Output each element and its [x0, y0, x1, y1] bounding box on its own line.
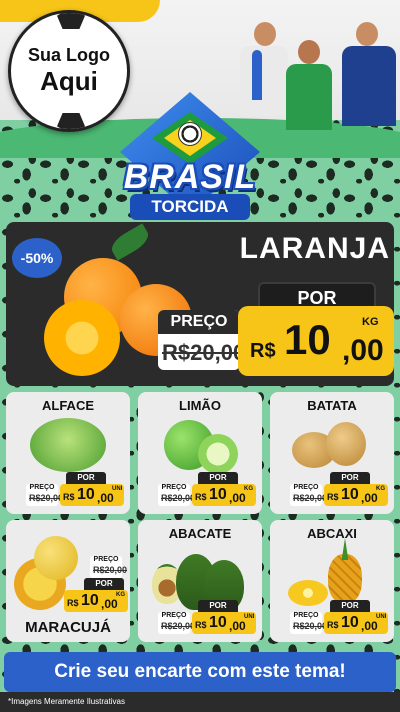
price-unit: KG [244, 486, 253, 492]
price-cents: ,00 [361, 619, 378, 633]
por-label: POR [198, 472, 238, 484]
price-cents: ,00 [229, 619, 246, 633]
old-price-tag: PREÇO R$20,00 [26, 484, 63, 506]
product-name: BATATA [307, 398, 357, 413]
old-price-tag: PREÇO R$20,00 [290, 484, 327, 506]
price-unit: KG [116, 592, 125, 598]
product-name: ABACATE [168, 526, 232, 541]
potato-image [326, 422, 366, 466]
old-price-tag: PREÇO R$20,00 [158, 484, 195, 506]
logo-text-line1: Sua Logo [28, 45, 110, 65]
old-price-value: R$20,00 [293, 621, 328, 631]
old-price-label: PREÇO [29, 484, 55, 491]
currency-symbol: R$ [195, 620, 207, 630]
lettuce-image [30, 418, 106, 472]
old-price-tag: PREÇO R$20,00 [90, 556, 127, 578]
discount-badge: -50% [12, 238, 62, 278]
old-price-value: R$20,00 [293, 493, 328, 503]
old-price-value: R$20,00 [162, 340, 246, 365]
price-cents: ,00 [101, 597, 118, 611]
currency-symbol: R$ [195, 492, 207, 502]
currency-symbol: R$ [250, 340, 276, 362]
product-name: MARACUJÁ [25, 619, 111, 636]
old-price-tag: PREÇO R$20,00 [290, 612, 327, 634]
old-price-label: PREÇO [293, 484, 319, 491]
price-tag: R$ 10 ,00 UNI [60, 484, 124, 506]
price-cents: ,00 [361, 491, 378, 505]
product-card: ALFACE PREÇO R$20,00 POR R$ 10 ,00 UNI [6, 392, 130, 514]
orange-half-image [44, 300, 120, 376]
lime-half-image [198, 434, 238, 474]
por-label: POR [330, 472, 370, 484]
old-price-value: R$20,00 [29, 493, 64, 503]
currency-symbol: R$ [327, 620, 339, 630]
pineapple-slice-image [288, 580, 328, 606]
price-unit: UNI [112, 486, 123, 492]
product-name: LIMÃO [179, 398, 221, 413]
old-price-tag: PREÇO R$20,00 [158, 612, 195, 634]
product-card: LIMÃO PREÇO R$20,00 POR R$ 10 ,00 KG [138, 392, 262, 514]
pineapple-image [328, 554, 362, 604]
old-price-label: PREÇO [161, 484, 187, 491]
por-label: POR [198, 600, 238, 612]
price-unit: UNI [244, 614, 255, 620]
price-unit: KG [376, 486, 385, 492]
old-price-label: PREÇO [93, 556, 119, 563]
price-tag: R$ 10 ,00 UNI [192, 612, 256, 634]
soccer-ball-icon [178, 122, 202, 146]
passion-fruit-image [34, 536, 78, 580]
price-cents: ,00 [97, 491, 114, 505]
logo-text-line2: Aqui [40, 66, 98, 96]
price-integer: 10 [209, 486, 227, 503]
old-price-tag: PREÇO R$20,00 [158, 310, 245, 370]
price-integer: 10 [77, 486, 95, 503]
price-unit: UNI [376, 614, 387, 620]
price-cents: ,00 [229, 491, 246, 505]
por-label: POR [330, 600, 370, 612]
old-price-label: PREÇO [161, 612, 187, 619]
price-integer: 10 [284, 316, 331, 363]
disclaimer-text: *Imagens Meramente Ilustrativas [8, 697, 125, 706]
price-integer: 10 [81, 592, 99, 609]
old-price-value: R$20,00 [93, 565, 128, 575]
price-cents: ,00 [342, 334, 384, 367]
old-price-value: R$20,00 [161, 493, 196, 503]
product-name: ALFACE [42, 398, 94, 413]
cta-banner[interactable]: Crie seu encarte com este tema! [4, 652, 396, 692]
old-price-label: PREÇO [158, 310, 240, 334]
currency-symbol: R$ [67, 598, 79, 608]
featured-product-name: LARANJA [239, 232, 390, 265]
badge-subtitle: TORCIDA [130, 194, 250, 220]
price-unit: KG [362, 316, 379, 328]
price-integer: 10 [209, 614, 227, 631]
product-card: ABACATE PREÇO R$20,00 POR R$ 10 ,00 UNI [138, 520, 262, 642]
currency-symbol: R$ [63, 492, 75, 502]
old-price-label: PREÇO [293, 612, 319, 619]
price-tag: R$ 10 ,00 KG [192, 484, 256, 506]
product-card: PREÇO R$20,00 POR R$ 10 ,00 KG MARACUJÁ [6, 520, 130, 642]
price-integer: 10 [341, 486, 359, 503]
currency-symbol: R$ [327, 492, 339, 502]
old-price-value: R$20,00 [161, 621, 196, 631]
product-card: ABCAXI PREÇO R$20,00 POR R$ 10 ,00 UNI [270, 520, 394, 642]
price-tag: R$ 10 ,00 KG [64, 590, 128, 612]
badge-title: BRASIL [123, 158, 257, 196]
por-label: POR [66, 472, 106, 484]
por-label: POR [84, 578, 124, 590]
price-tag: R$ 10 ,00 KG [324, 484, 388, 506]
price-integer: 10 [341, 614, 359, 631]
product-name: ABCAXI [307, 526, 357, 541]
product-card: BATATA PREÇO R$20,00 POR R$ 10 ,00 KG [270, 392, 394, 514]
brasil-torcida-badge: BRASIL TORCIDA [100, 82, 280, 230]
price-tag: R$ 10 ,00 UNI [324, 612, 388, 634]
featured-price-tag: R$ 10 ,00 KG [238, 306, 394, 376]
